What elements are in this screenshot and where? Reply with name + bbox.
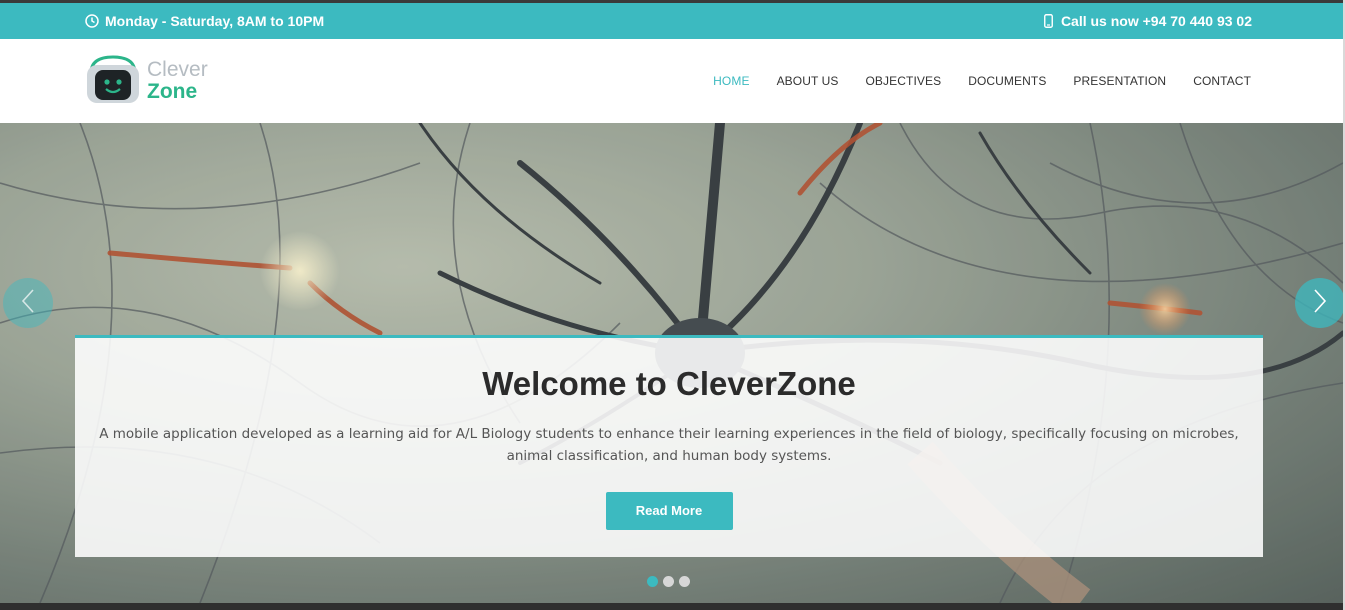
page-bottom-strip — [0, 603, 1345, 610]
robot-logo-icon — [85, 53, 141, 110]
phone-contact: Call us now +94 70 440 93 02 — [1043, 3, 1252, 39]
slider-dot-3[interactable] — [679, 576, 690, 587]
nav-home[interactable]: HOME — [713, 74, 749, 88]
hero-title: Welcome to CleverZone — [482, 365, 856, 402]
slider-dot-2[interactable] — [663, 576, 674, 587]
nav-about-us[interactable]: ABOUT US — [777, 74, 839, 88]
logo-word-zone: Zone — [147, 80, 198, 103]
slider-pagination — [647, 576, 690, 587]
phone-icon — [1043, 14, 1053, 28]
opening-hours: Monday - Saturday, 8AM to 10PM — [85, 3, 324, 39]
read-more-button[interactable]: Read More — [605, 492, 733, 530]
main-navbar: Clever Zone HOME ABOUT US OBJECTIVES DOC… — [0, 39, 1343, 123]
logo-wordmark: Clever Zone — [147, 59, 208, 103]
chevron-left-icon — [21, 288, 35, 319]
hero-caption-box: Welcome to CleverZone A mobile applicati… — [75, 335, 1263, 557]
chevron-right-icon — [1313, 288, 1327, 319]
clock-icon — [85, 14, 99, 28]
opening-hours-text: Monday - Saturday, 8AM to 10PM — [105, 13, 325, 29]
slider-dot-1[interactable] — [647, 576, 658, 587]
nav-objectives[interactable]: OBJECTIVES — [866, 74, 942, 88]
slider-next-button[interactable] — [1295, 278, 1343, 328]
top-info-bar: Monday - Saturday, 8AM to 10PM Call us n… — [0, 3, 1343, 39]
nav-contact[interactable]: CONTACT — [1193, 74, 1251, 88]
hero-description: A mobile application developed as a lear… — [99, 426, 1239, 464]
main-menu: HOME ABOUT US OBJECTIVES DOCUMENTS PRESE… — [713, 39, 1251, 123]
phone-text: Call us now +94 70 440 93 02 — [1060, 13, 1252, 29]
slider-prev-button[interactable] — [3, 278, 53, 328]
site-logo[interactable]: Clever Zone — [85, 53, 208, 110]
hero-slider: Welcome to CleverZone A mobile applicati… — [0, 123, 1343, 603]
nav-presentation[interactable]: PRESENTATION — [1073, 74, 1166, 88]
nav-documents[interactable]: DOCUMENTS — [968, 74, 1046, 88]
logo-word-clever: Clever — [147, 58, 208, 81]
